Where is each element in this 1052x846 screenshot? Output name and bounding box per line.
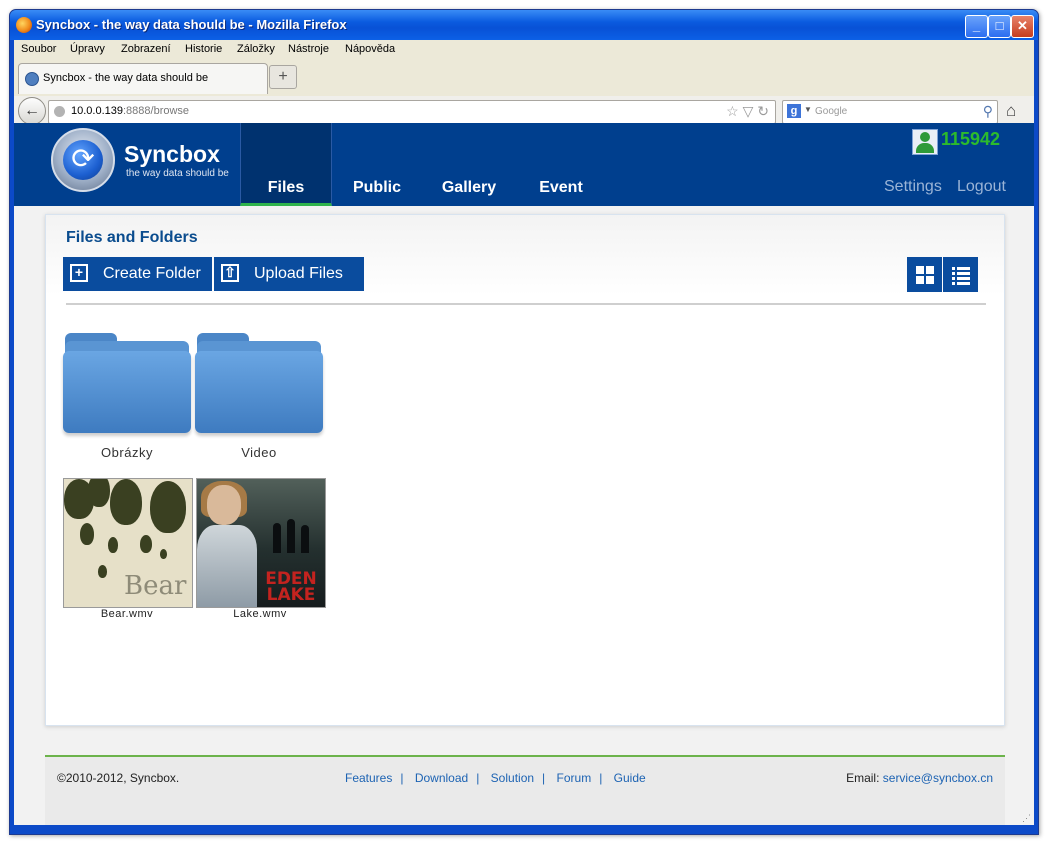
globe-icon [54, 106, 65, 117]
search-input[interactable]: Google [815, 106, 847, 117]
file-label-bear[interactable]: Bear.wmv [63, 608, 191, 620]
files-panel-header: Files and Folders + Create Folder ⇧ Uplo… [46, 215, 1004, 295]
footer-email: Email: service@syncbox.cn [846, 771, 993, 785]
nav-files[interactable]: Files [240, 123, 332, 206]
folder-item[interactable] [195, 333, 323, 443]
resize-grip-icon[interactable]: ⋰ [1022, 813, 1032, 823]
logo-tagline: the way data should be [126, 168, 229, 179]
logo-name[interactable]: Syncbox [124, 141, 220, 168]
nav-event-label: Event [539, 179, 583, 196]
nav-gallery[interactable]: Gallery [424, 123, 514, 204]
new-tab-button[interactable]: + [269, 65, 297, 89]
upload-files-label: Upload Files [254, 265, 343, 282]
thumbnail-text: EDEN LAKE [265, 569, 317, 605]
search-engine-dropdown-icon[interactable]: ▼ [804, 105, 812, 114]
footer-link-guide[interactable]: Guide [614, 771, 646, 785]
home-icon[interactable]: ⌂ [1006, 101, 1016, 121]
page-viewport: ⟳ Syncbox the way data should be Files P… [14, 123, 1034, 825]
upload-files-button[interactable]: ⇧ Upload Files [214, 257, 364, 291]
firefox-icon [16, 17, 32, 33]
email-link[interactable]: service@syncbox.cn [883, 771, 993, 785]
back-button[interactable]: ← [18, 97, 46, 125]
list-view-button[interactable] [943, 257, 978, 292]
browser-tab[interactable]: Syncbox - the way data should be [18, 63, 268, 94]
nav-event[interactable]: Event [516, 123, 606, 204]
upload-icon: ⇧ [221, 264, 239, 282]
minimize-button[interactable]: _ [965, 15, 988, 38]
url-text[interactable]: 10.0.0.139:8888/browse [71, 105, 189, 117]
google-icon[interactable]: g [787, 104, 801, 118]
copyright: ©2010-2012, Syncbox. [57, 771, 180, 785]
footer-link-features[interactable]: Features [345, 771, 392, 785]
thumbnail-text: Bear [124, 571, 187, 601]
footer-link-forum[interactable]: Forum [557, 771, 592, 785]
user-avatar-icon[interactable] [912, 129, 938, 155]
close-button[interactable]: ✕ [1011, 15, 1034, 38]
search-icon[interactable]: ⚲ [983, 103, 993, 120]
file-thumbnail-bear[interactable]: Bear [63, 478, 193, 608]
file-thumbnail-lake[interactable]: EDEN LAKE [196, 478, 326, 608]
menu-zalozky[interactable]: Záložky [237, 43, 275, 55]
menu-historie[interactable]: Historie [185, 43, 222, 55]
folder-label-obrazky[interactable]: Obrázky [63, 445, 191, 460]
grid-view-icon [916, 266, 934, 284]
nav-public-label: Public [352, 179, 401, 196]
title-bar: Syncbox - the way data should be - Mozil… [10, 10, 1038, 40]
site-favicon-icon [25, 72, 39, 86]
nav-files-label: Files [267, 179, 305, 196]
tab-title: Syncbox - the way data should be [43, 72, 209, 84]
create-folder-button[interactable]: + Create Folder [63, 257, 212, 291]
menu-napoveda[interactable]: Nápověda [345, 43, 395, 55]
page-footer: ©2010-2012, Syncbox. Features | Download |… [45, 755, 1005, 825]
browser-window: Syncbox - the way data should be - Mozil… [9, 9, 1039, 835]
folder-item[interactable] [63, 333, 191, 443]
url-bar[interactable]: 10.0.0.139:8888/browse ☆ ▽ ↻ [48, 100, 776, 124]
syncbox-logo-icon[interactable]: ⟳ [51, 128, 115, 192]
menu-zobrazeni[interactable]: Zobrazení [121, 43, 171, 55]
toolbar-divider [66, 303, 986, 305]
window-title: Syncbox - the way data should be - Mozil… [36, 17, 347, 32]
footer-links: Features | Download | Solution | Forum | Gui… [345, 771, 646, 785]
user-id[interactable]: 115942 [941, 129, 1000, 150]
menu-nastroje[interactable]: Nástroje [288, 43, 329, 55]
nav-public[interactable]: Public [332, 123, 422, 204]
app-header: ⟳ Syncbox the way data should be Files P… [14, 123, 1034, 206]
url-bar-icons[interactable]: ☆ ▽ ↻ [726, 103, 769, 120]
menu-soubor[interactable]: Soubor [21, 43, 56, 55]
footer-link-download[interactable]: Download [415, 771, 468, 785]
nav-gallery-label: Gallery [441, 179, 497, 196]
footer-link-solution[interactable]: Solution [491, 771, 534, 785]
grid-view-button[interactable] [907, 257, 942, 292]
logout-link[interactable]: Logout [957, 178, 1006, 196]
page-title: Files and Folders [66, 229, 198, 246]
search-bar[interactable]: g ▼ Google ⚲ [782, 100, 998, 124]
file-label-lake[interactable]: Lake.wmv [196, 608, 324, 620]
url-host: 10.0.0.139 [71, 105, 123, 117]
tab-strip: Syncbox - the way data should be + [14, 60, 1034, 96]
maximize-button[interactable]: □ [988, 15, 1011, 38]
create-folder-label: Create Folder [103, 265, 201, 282]
menu-bar: Soubor Úpravy Zobrazení Historie Záložky… [14, 40, 1034, 60]
folder-icon [63, 351, 191, 433]
folder-label-video[interactable]: Video [195, 445, 323, 460]
menu-upravy[interactable]: Úpravy [70, 43, 105, 55]
email-label: Email: [846, 771, 880, 785]
add-folder-icon: + [70, 264, 88, 282]
settings-link[interactable]: Settings [884, 178, 942, 196]
list-view-icon [952, 266, 970, 285]
url-path: :8888/browse [123, 105, 190, 117]
files-panel: Files and Folders + Create Folder ⇧ Uplo… [45, 214, 1005, 726]
sync-icon: ⟳ [63, 140, 103, 180]
folder-icon [195, 351, 323, 433]
